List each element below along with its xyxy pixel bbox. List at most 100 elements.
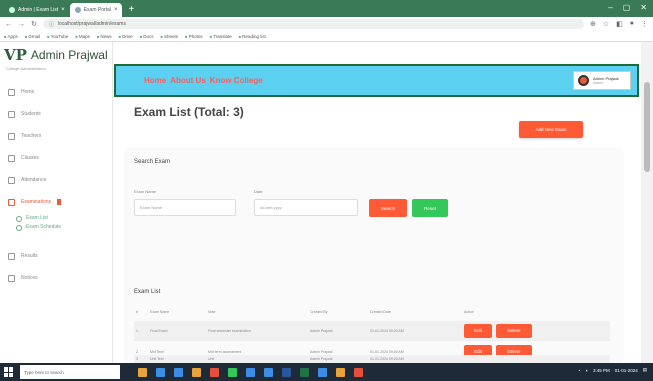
app-icon[interactable] [300, 367, 309, 377]
network-icon[interactable]: ◔ [578, 368, 581, 373]
sidebar-item-label: Home [21, 89, 35, 95]
cell-created-by: Admin Prajwal [310, 356, 333, 361]
tab-label: Exam Portal [83, 7, 111, 13]
extensions-icon[interactable]: ◧ [616, 20, 623, 28]
bookmark-item[interactable]: Apps [4, 34, 18, 39]
zoom-icon[interactable]: ⊕ [590, 20, 596, 28]
user-icon [8, 154, 15, 162]
home-icon [8, 88, 15, 96]
reload-icon[interactable]: ↻ [31, 20, 37, 28]
page-title: Exam List (Total: 3) [134, 105, 244, 119]
sidebar-item-attendance[interactable]: Attendance [0, 169, 112, 191]
app-icon[interactable] [156, 367, 165, 377]
user-role: Admin [593, 81, 603, 85]
app-icon[interactable] [336, 367, 345, 377]
clock-date[interactable]: 01-01-2024 [615, 368, 638, 373]
bookmark-item[interactable]: Gmail [25, 34, 40, 39]
volume-icon[interactable]: ◖ [585, 368, 588, 373]
nav-link-know-college[interactable]: Know College [210, 76, 263, 85]
app-icon[interactable] [318, 367, 327, 377]
close-window-icon[interactable]: ✕ [640, 3, 647, 12]
cell-number: 3 [136, 356, 138, 361]
sidebar-item-label: Teachers [21, 133, 42, 139]
sidebar-subitem-exam-list[interactable]: Exam List [0, 215, 112, 222]
brand-name: Admin Prajwal [30, 48, 108, 62]
delete-button[interactable]: Delete [496, 323, 532, 338]
favicon-icon [9, 7, 15, 13]
bookmark-item[interactable]: Photos [185, 34, 203, 39]
exam-list-heading: Exam List [134, 289, 161, 295]
app-icon[interactable] [264, 367, 273, 377]
cell-created-date: 01-01-2024 09:00 AM [370, 328, 404, 333]
bookmark-item[interactable]: News [97, 34, 111, 39]
brand[interactable]: VP Admin Prajwal [0, 42, 112, 64]
windows-start-icon[interactable] [4, 367, 14, 377]
sidebar-item-home[interactable]: Home [0, 81, 112, 103]
edit-button[interactable]: Edit [464, 323, 492, 338]
cell-note: Final semester examination [208, 328, 251, 333]
bookmark-item[interactable]: Drive [119, 34, 133, 39]
user-menu[interactable]: Admin Prajwal Admin [573, 71, 631, 90]
taskbar-apps [138, 367, 363, 377]
app-icon[interactable] [210, 367, 219, 377]
search-button[interactable]: Search [369, 199, 407, 217]
url-field[interactable]: ⓘ localhost/prajwal/admin/exams [42, 19, 584, 29]
close-tab-icon[interactable]: × [114, 7, 118, 13]
bookmark-item[interactable]: Docs [140, 34, 153, 39]
maximize-icon[interactable]: ▢ [623, 3, 631, 12]
app-icon[interactable] [174, 367, 183, 377]
bookmark-item[interactable]: Sheets [161, 34, 178, 39]
taskbar-search[interactable]: Type here to search [20, 365, 120, 379]
app-icon[interactable] [282, 367, 291, 377]
star-icon[interactable]: ☆ [603, 20, 609, 28]
table-row: 3 Unit Test Unit Admin Prajwal 01-01-202… [134, 355, 610, 363]
new-tab-button[interactable]: + [122, 3, 140, 17]
app-icon[interactable] [354, 367, 363, 377]
back-icon[interactable]: ← [5, 21, 12, 28]
bookmark-item[interactable]: Translate [210, 34, 232, 39]
app-icon[interactable] [246, 367, 255, 377]
sidebar-item-teachers[interactable]: Teachers [0, 125, 112, 147]
info-icon: ⓘ [48, 21, 54, 28]
nav-link-home[interactable]: Home [144, 76, 166, 85]
bookmark-item[interactable]: YouTube [47, 34, 69, 39]
minimize-icon[interactable]: – [608, 3, 612, 12]
notifications-icon[interactable]: ▤ [643, 367, 647, 373]
sidebar-subitem-exam-schedule[interactable]: Exam Schedule [0, 224, 112, 231]
favicon-icon [74, 7, 81, 13]
sidebar-item-students[interactable]: Students [0, 103, 112, 125]
exam-name-input[interactable]: Exam Name [134, 199, 236, 216]
forward-icon[interactable]: → [18, 21, 25, 28]
clock-time[interactable]: 3:45 PM [593, 368, 610, 373]
browser-tab-1[interactable]: Admin | Exam List × [4, 3, 70, 17]
bookmark-item[interactable]: Maps [75, 34, 90, 39]
profile-icon[interactable]: ● [630, 20, 634, 28]
app-icon[interactable] [192, 367, 201, 377]
sidebar-item-classes[interactable]: Classes [0, 147, 112, 169]
date-input[interactable]: dd-mm-yyyy [254, 199, 358, 216]
table-header: # Exam Name Note Created By Created Date… [134, 307, 610, 317]
menu-icon[interactable]: ⋮ [641, 20, 648, 28]
cell-created-date: 01-01-2024 09:00 AM [370, 356, 404, 361]
close-tab-icon[interactable]: × [61, 7, 65, 13]
active-indicator [57, 199, 62, 205]
scrollbar-thumb[interactable] [644, 82, 650, 172]
page-scrollbar[interactable] [641, 42, 653, 363]
browser-tab-2[interactable]: Exam Portal × [69, 3, 123, 17]
app-icon[interactable] [228, 367, 237, 377]
reset-button[interactable]: Reset [412, 199, 448, 217]
sidebar-item-label: Results [21, 253, 38, 259]
sidebar: VP Admin Prajwal College Administration … [0, 42, 113, 363]
brand-logo: VP [4, 46, 27, 64]
add-exam-button[interactable]: Add New Exam [519, 121, 583, 138]
nav-link-about[interactable]: About Us [170, 76, 206, 85]
url-text: localhost/prajwal/admin/exams [57, 21, 126, 27]
sidebar-item-results[interactable]: Results [0, 245, 112, 267]
sidebar-item-examinations[interactable]: Examinations [0, 191, 112, 213]
app-icon[interactable] [138, 367, 147, 377]
sidebar-item-notices[interactable]: Notices [0, 267, 112, 289]
bookmark-item[interactable]: Reading list [239, 34, 266, 39]
sidebar-item-label: Notices [21, 275, 38, 281]
sidebar-item-label: Classes [21, 155, 39, 161]
browser-tab-bar: Admin | Exam List × Exam Portal × + – ▢ … [0, 0, 653, 17]
